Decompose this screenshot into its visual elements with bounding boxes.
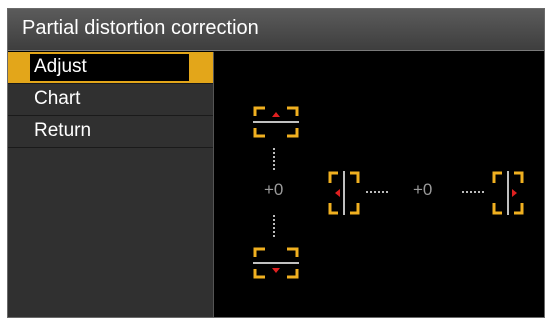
corner-left-icon[interactable] bbox=[326, 169, 362, 217]
dotted-connector bbox=[462, 191, 484, 195]
dotted-connector bbox=[273, 148, 277, 170]
title-bar: Partial distortion correction bbox=[8, 9, 544, 51]
side-menu: Adjust Chart Return bbox=[8, 52, 213, 317]
corner-bottom-down-icon[interactable] bbox=[251, 245, 301, 281]
osd-window: Partial distortion correction Adjust Cha… bbox=[7, 8, 545, 318]
adjust-panel: +0 +0 bbox=[214, 52, 544, 317]
page-title: Partial distortion correction bbox=[22, 17, 259, 39]
menu-item-chart[interactable]: Chart bbox=[8, 84, 213, 116]
menu-item-return[interactable]: Return bbox=[8, 116, 213, 148]
dotted-connector bbox=[366, 191, 388, 195]
corner-top-up-icon[interactable] bbox=[251, 104, 301, 140]
dotted-connector bbox=[273, 215, 277, 237]
corner-right-icon[interactable] bbox=[490, 169, 526, 217]
menu-item-label: Chart bbox=[34, 88, 81, 109]
menu-item-label: Return bbox=[34, 120, 92, 141]
vertical-value: +0 bbox=[264, 180, 284, 199]
menu-item-label: Adjust bbox=[34, 56, 87, 77]
menu-item-adjust[interactable]: Adjust bbox=[8, 52, 213, 84]
horizontal-value: +0 bbox=[413, 180, 433, 199]
